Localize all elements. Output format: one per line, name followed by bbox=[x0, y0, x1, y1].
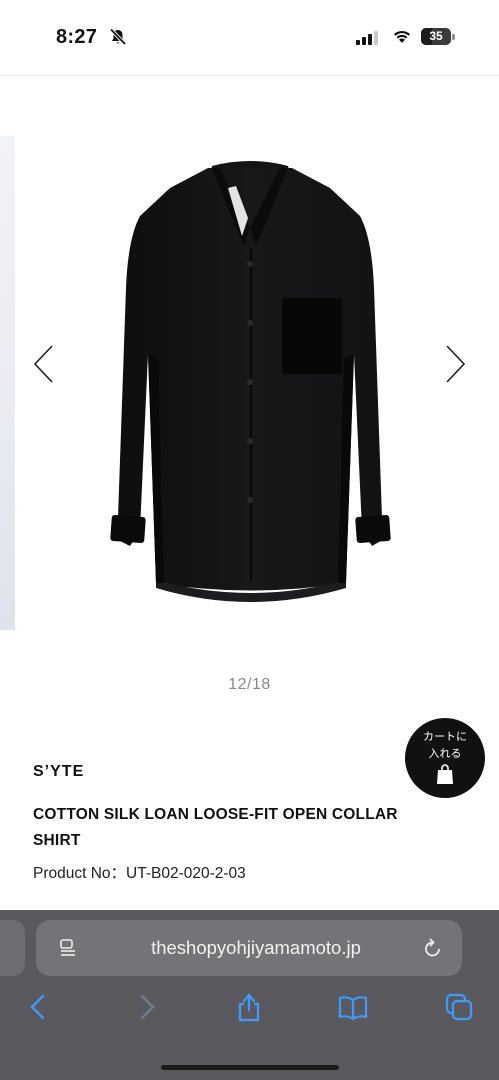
share-icon[interactable] bbox=[234, 992, 264, 1022]
status-bar: 8:27 35 bbox=[0, 0, 499, 76]
address-bar[interactable]: theshopyohjiyamamoto.jp bbox=[36, 920, 462, 976]
battery-level: 35 bbox=[429, 29, 443, 43]
bookmarks-icon[interactable] bbox=[338, 992, 368, 1022]
battery-icon: 35 bbox=[421, 28, 455, 45]
browser-bottom-bar: theshopyohjiyamamoto.jp bbox=[0, 910, 499, 1080]
previous-slide-peek[interactable] bbox=[0, 136, 15, 630]
battery-body: 35 bbox=[421, 28, 451, 45]
bell-slash-icon bbox=[109, 28, 127, 46]
tabs-icon[interactable] bbox=[444, 992, 474, 1022]
wifi-icon bbox=[394, 30, 410, 43]
back-icon[interactable] bbox=[24, 992, 54, 1022]
product-image-shirt[interactable] bbox=[100, 158, 400, 678]
forward-icon[interactable] bbox=[131, 992, 161, 1022]
shopping-bag-icon bbox=[437, 764, 453, 784]
status-time: 8:27 bbox=[56, 26, 98, 48]
product-number: Product No：UT-B02-020-2-03 bbox=[33, 865, 246, 882]
brand-name: S’YTE bbox=[33, 763, 85, 780]
reload-icon[interactable] bbox=[422, 936, 444, 960]
chevron-left-icon[interactable] bbox=[30, 342, 58, 386]
add-to-cart-button[interactable]: カートに 入れる bbox=[405, 718, 485, 798]
cart-button-label-line2: 入れる bbox=[428, 748, 462, 760]
previous-tab-peek[interactable] bbox=[0, 920, 25, 976]
product-title: COTTON SILK LOAN LOOSE-FIT OPEN COLLAR S… bbox=[33, 806, 398, 849]
chevron-right-icon[interactable] bbox=[441, 342, 469, 386]
product-image-carousel[interactable]: 12/18 bbox=[0, 76, 499, 693]
cellular-signal-icon bbox=[356, 31, 378, 45]
slide-counter: 12/18 bbox=[228, 676, 271, 693]
cart-button-label-line1: カートに bbox=[423, 731, 467, 743]
url-text[interactable]: theshopyohjiyamamoto.jp bbox=[96, 920, 416, 976]
battery-cap bbox=[452, 34, 455, 40]
home-indicator bbox=[161, 1065, 339, 1070]
page-menu-icon[interactable] bbox=[58, 938, 78, 958]
